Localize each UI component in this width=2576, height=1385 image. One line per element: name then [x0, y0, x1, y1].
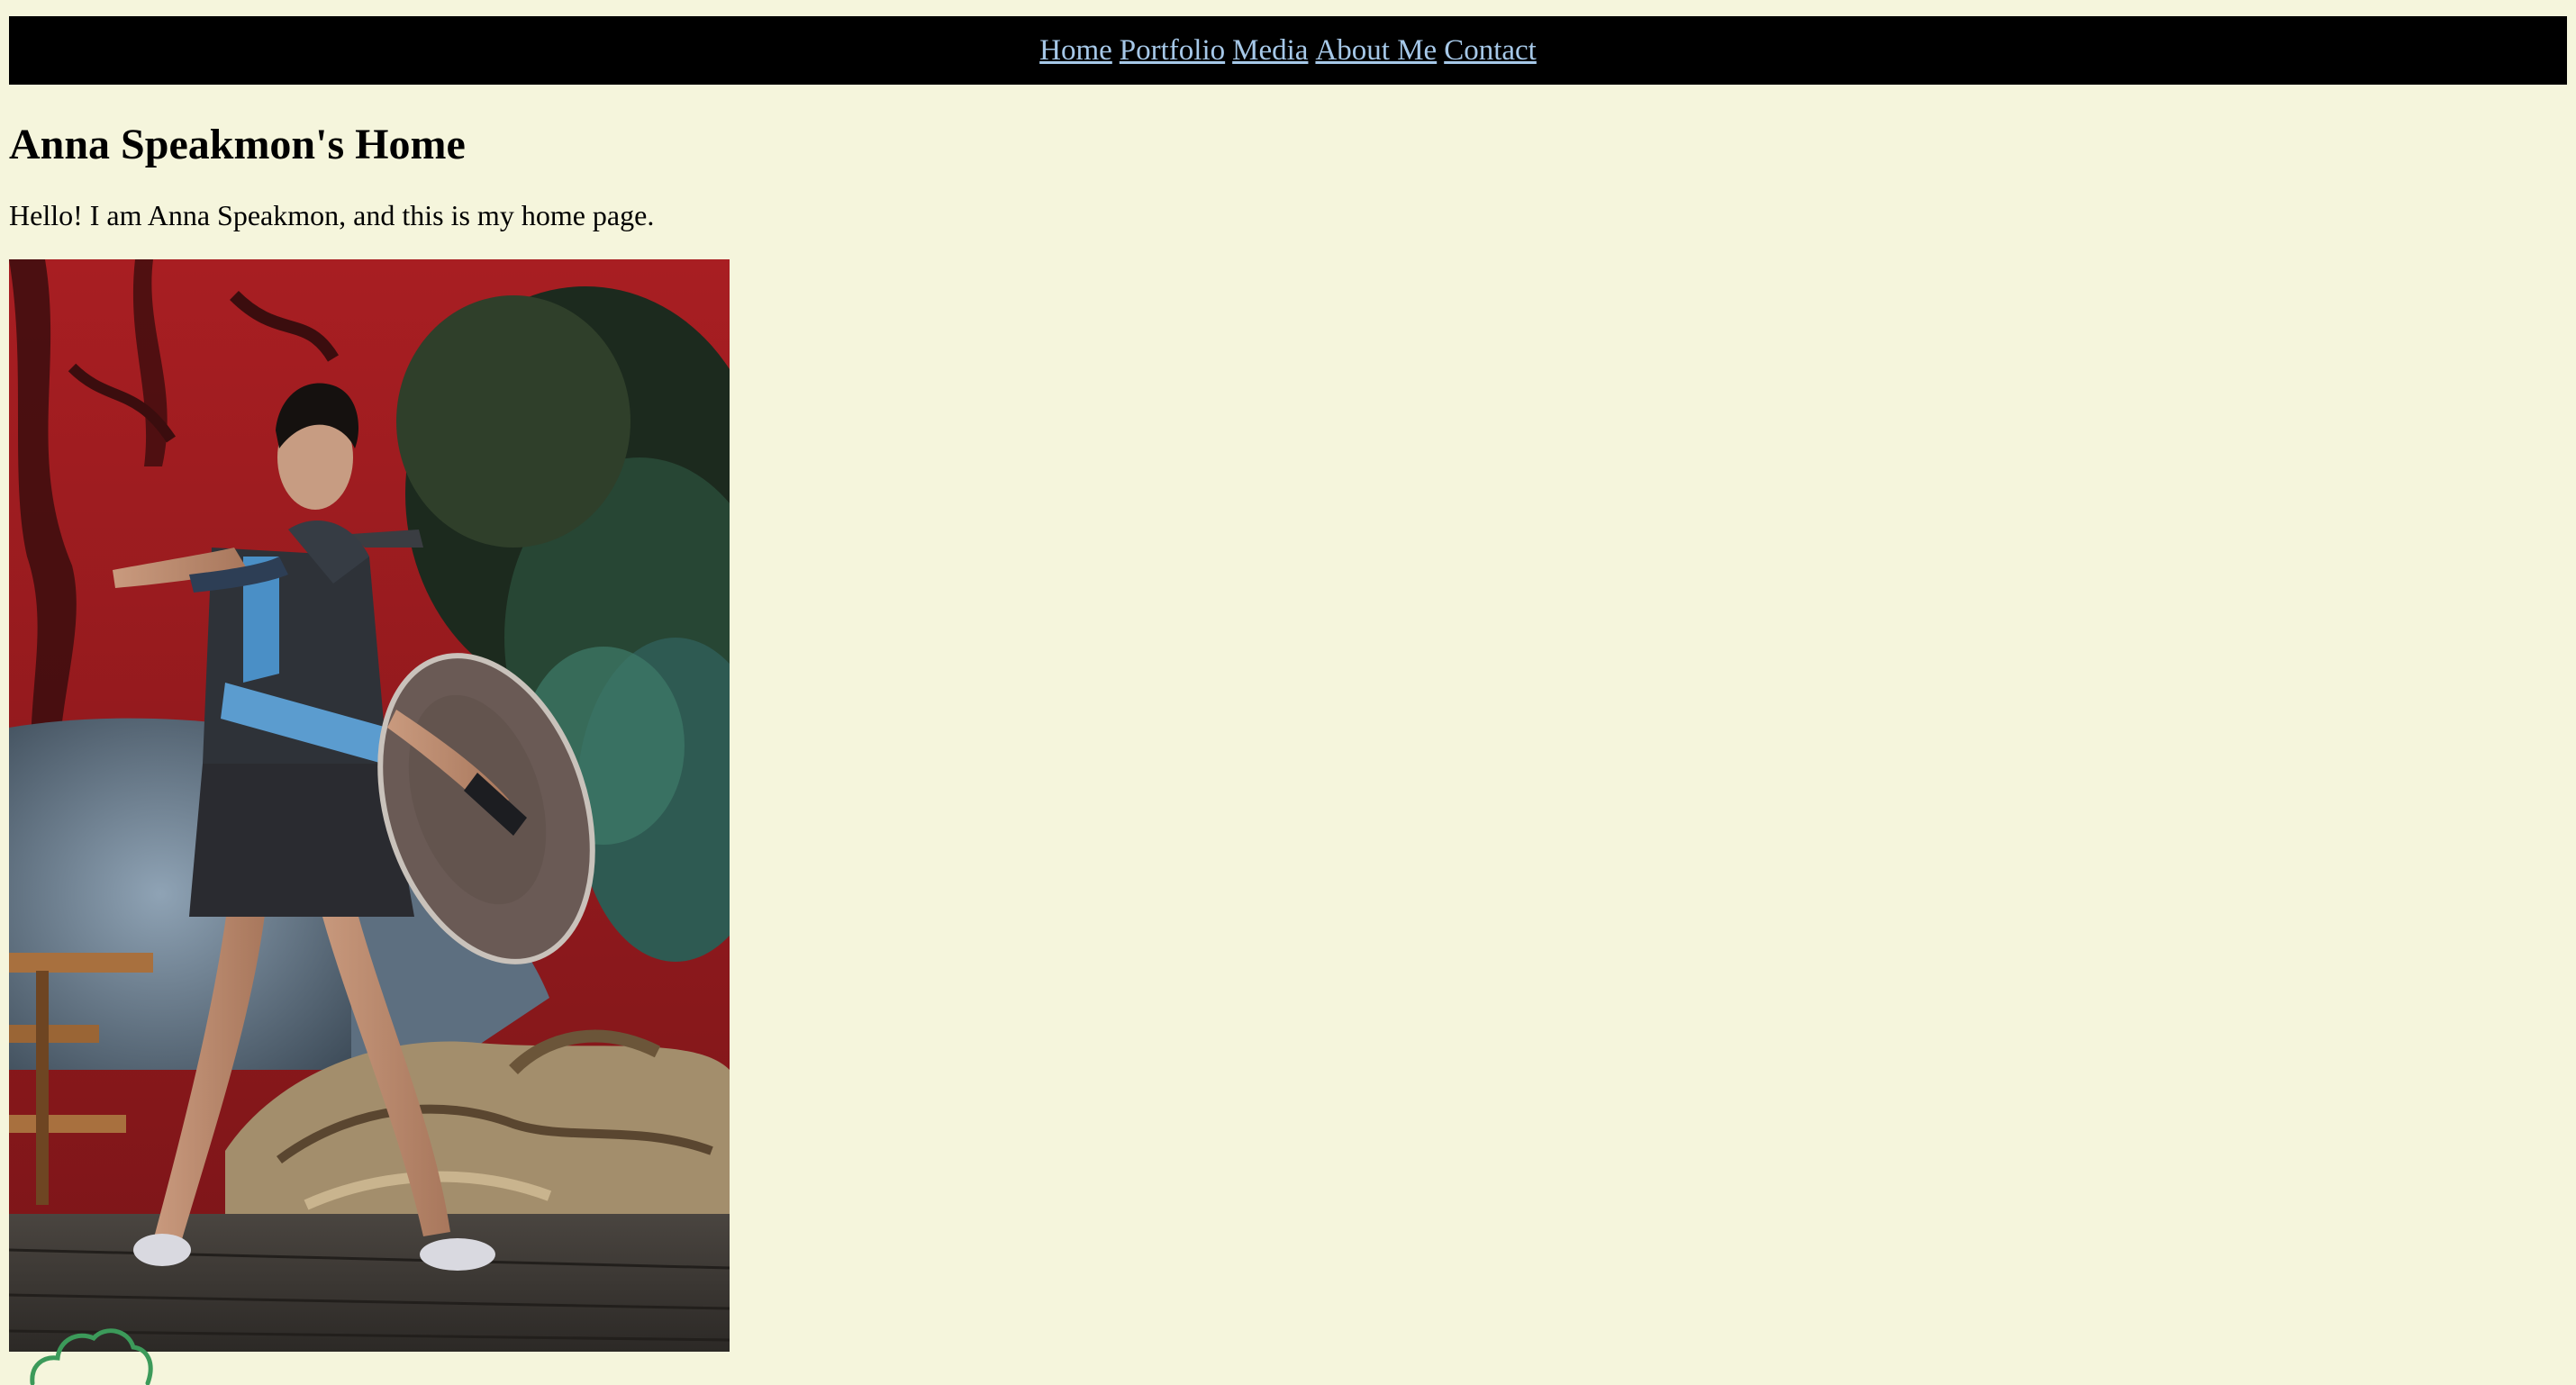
intro-text: Hello! I am Anna Speakmon, and this is m…: [9, 198, 655, 231]
page: Home Portfolio Media About Me Contact An…: [0, 0, 2576, 1352]
nav-link-media[interactable]: Media: [1232, 34, 1308, 68]
stage-performer-photo: [9, 258, 730, 1352]
page-title: Anna Speakmon's Home: [9, 121, 466, 168]
nav-link-portfolio[interactable]: Portfolio: [1120, 34, 1225, 68]
nav-link-home[interactable]: Home: [1039, 34, 1112, 68]
cloud-icon: [30, 1328, 153, 1385]
nav-link-contact[interactable]: Contact: [1444, 34, 1537, 68]
nav-link-about-me[interactable]: About Me: [1315, 34, 1437, 68]
top-navigation-bar: Home Portfolio Media About Me Contact: [9, 16, 2567, 85]
